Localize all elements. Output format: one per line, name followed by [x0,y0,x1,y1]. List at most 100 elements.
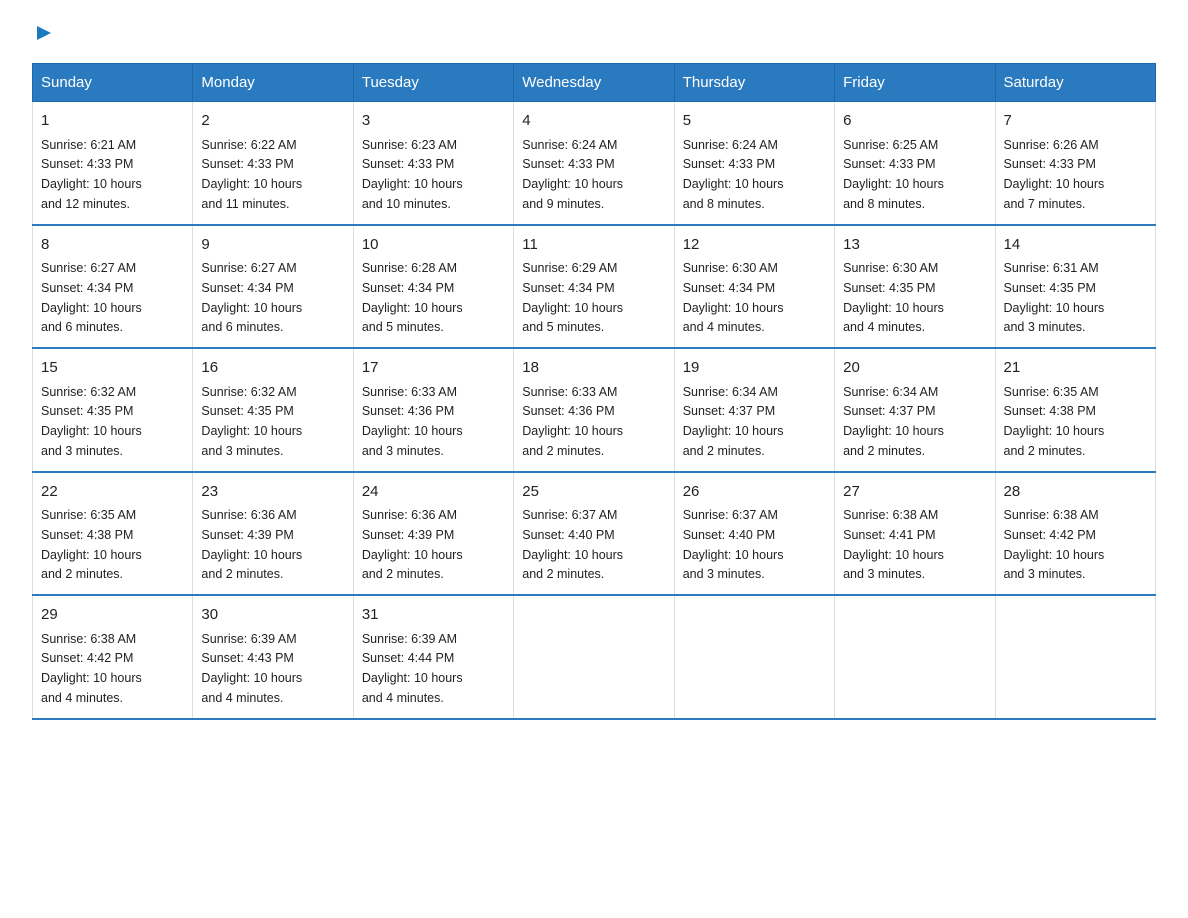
calendar-cell: 7 Sunrise: 6:26 AMSunset: 4:33 PMDayligh… [995,102,1155,225]
calendar-cell: 10 Sunrise: 6:28 AMSunset: 4:34 PMDaylig… [353,225,513,349]
calendar-cell: 29 Sunrise: 6:38 AMSunset: 4:42 PMDaylig… [33,595,193,719]
calendar-cell [995,595,1155,719]
column-header-monday: Monday [193,64,353,102]
day-info: Sunrise: 6:33 AMSunset: 4:36 PMDaylight:… [522,385,623,458]
calendar-cell: 28 Sunrise: 6:38 AMSunset: 4:42 PMDaylig… [995,472,1155,596]
day-info: Sunrise: 6:23 AMSunset: 4:33 PMDaylight:… [362,138,463,211]
day-number: 15 [41,357,184,380]
day-number: 17 [362,357,505,380]
column-header-sunday: Sunday [33,64,193,102]
calendar-cell: 17 Sunrise: 6:33 AMSunset: 4:36 PMDaylig… [353,348,513,472]
calendar-cell: 27 Sunrise: 6:38 AMSunset: 4:41 PMDaylig… [835,472,995,596]
day-info: Sunrise: 6:30 AMSunset: 4:35 PMDaylight:… [843,261,944,334]
day-number: 30 [201,604,344,627]
day-number: 1 [41,110,184,133]
day-number: 20 [843,357,986,380]
calendar-cell: 22 Sunrise: 6:35 AMSunset: 4:38 PMDaylig… [33,472,193,596]
day-info: Sunrise: 6:32 AMSunset: 4:35 PMDaylight:… [41,385,142,458]
day-number: 12 [683,234,826,257]
logo [32,24,53,47]
calendar-cell: 19 Sunrise: 6:34 AMSunset: 4:37 PMDaylig… [674,348,834,472]
day-info: Sunrise: 6:39 AMSunset: 4:43 PMDaylight:… [201,632,302,705]
calendar-week-3: 15 Sunrise: 6:32 AMSunset: 4:35 PMDaylig… [33,348,1156,472]
calendar-week-2: 8 Sunrise: 6:27 AMSunset: 4:34 PMDayligh… [33,225,1156,349]
calendar-cell: 16 Sunrise: 6:32 AMSunset: 4:35 PMDaylig… [193,348,353,472]
day-info: Sunrise: 6:30 AMSunset: 4:34 PMDaylight:… [683,261,784,334]
day-number: 22 [41,481,184,504]
day-info: Sunrise: 6:27 AMSunset: 4:34 PMDaylight:… [41,261,142,334]
day-info: Sunrise: 6:33 AMSunset: 4:36 PMDaylight:… [362,385,463,458]
calendar-cell: 12 Sunrise: 6:30 AMSunset: 4:34 PMDaylig… [674,225,834,349]
day-number: 28 [1004,481,1147,504]
day-info: Sunrise: 6:37 AMSunset: 4:40 PMDaylight:… [683,508,784,581]
day-number: 13 [843,234,986,257]
day-info: Sunrise: 6:28 AMSunset: 4:34 PMDaylight:… [362,261,463,334]
day-number: 7 [1004,110,1147,133]
calendar-cell: 4 Sunrise: 6:24 AMSunset: 4:33 PMDayligh… [514,102,674,225]
day-number: 2 [201,110,344,133]
calendar-cell: 26 Sunrise: 6:37 AMSunset: 4:40 PMDaylig… [674,472,834,596]
day-number: 31 [362,604,505,627]
calendar-cell: 24 Sunrise: 6:36 AMSunset: 4:39 PMDaylig… [353,472,513,596]
day-info: Sunrise: 6:27 AMSunset: 4:34 PMDaylight:… [201,261,302,334]
day-info: Sunrise: 6:31 AMSunset: 4:35 PMDaylight:… [1004,261,1105,334]
day-number: 18 [522,357,665,380]
calendar-week-4: 22 Sunrise: 6:35 AMSunset: 4:38 PMDaylig… [33,472,1156,596]
column-header-saturday: Saturday [995,64,1155,102]
calendar-cell: 30 Sunrise: 6:39 AMSunset: 4:43 PMDaylig… [193,595,353,719]
day-number: 8 [41,234,184,257]
day-number: 24 [362,481,505,504]
calendar-cell: 3 Sunrise: 6:23 AMSunset: 4:33 PMDayligh… [353,102,513,225]
day-info: Sunrise: 6:25 AMSunset: 4:33 PMDaylight:… [843,138,944,211]
day-number: 19 [683,357,826,380]
day-info: Sunrise: 6:34 AMSunset: 4:37 PMDaylight:… [683,385,784,458]
day-number: 21 [1004,357,1147,380]
day-number: 14 [1004,234,1147,257]
calendar-week-1: 1 Sunrise: 6:21 AMSunset: 4:33 PMDayligh… [33,102,1156,225]
day-info: Sunrise: 6:35 AMSunset: 4:38 PMDaylight:… [41,508,142,581]
day-number: 11 [522,234,665,257]
page-header [32,24,1156,47]
day-number: 16 [201,357,344,380]
day-info: Sunrise: 6:24 AMSunset: 4:33 PMDaylight:… [683,138,784,211]
day-info: Sunrise: 6:38 AMSunset: 4:42 PMDaylight:… [1004,508,1105,581]
calendar-cell: 9 Sunrise: 6:27 AMSunset: 4:34 PMDayligh… [193,225,353,349]
calendar-header: SundayMondayTuesdayWednesdayThursdayFrid… [33,64,1156,102]
day-number: 25 [522,481,665,504]
calendar-cell: 2 Sunrise: 6:22 AMSunset: 4:33 PMDayligh… [193,102,353,225]
day-info: Sunrise: 6:24 AMSunset: 4:33 PMDaylight:… [522,138,623,211]
day-number: 29 [41,604,184,627]
calendar-cell: 23 Sunrise: 6:36 AMSunset: 4:39 PMDaylig… [193,472,353,596]
day-number: 3 [362,110,505,133]
day-info: Sunrise: 6:38 AMSunset: 4:41 PMDaylight:… [843,508,944,581]
header-row: SundayMondayTuesdayWednesdayThursdayFrid… [33,64,1156,102]
day-info: Sunrise: 6:35 AMSunset: 4:38 PMDaylight:… [1004,385,1105,458]
day-info: Sunrise: 6:36 AMSunset: 4:39 PMDaylight:… [362,508,463,581]
calendar-week-5: 29 Sunrise: 6:38 AMSunset: 4:42 PMDaylig… [33,595,1156,719]
day-info: Sunrise: 6:38 AMSunset: 4:42 PMDaylight:… [41,632,142,705]
calendar-body: 1 Sunrise: 6:21 AMSunset: 4:33 PMDayligh… [33,102,1156,719]
day-number: 6 [843,110,986,133]
day-info: Sunrise: 6:39 AMSunset: 4:44 PMDaylight:… [362,632,463,705]
day-info: Sunrise: 6:34 AMSunset: 4:37 PMDaylight:… [843,385,944,458]
calendar-table: SundayMondayTuesdayWednesdayThursdayFrid… [32,63,1156,720]
day-number: 27 [843,481,986,504]
day-info: Sunrise: 6:37 AMSunset: 4:40 PMDaylight:… [522,508,623,581]
logo-triangle-icon [35,24,53,47]
calendar-cell: 11 Sunrise: 6:29 AMSunset: 4:34 PMDaylig… [514,225,674,349]
day-info: Sunrise: 6:36 AMSunset: 4:39 PMDaylight:… [201,508,302,581]
calendar-cell [674,595,834,719]
calendar-cell: 20 Sunrise: 6:34 AMSunset: 4:37 PMDaylig… [835,348,995,472]
calendar-cell: 31 Sunrise: 6:39 AMSunset: 4:44 PMDaylig… [353,595,513,719]
calendar-cell: 5 Sunrise: 6:24 AMSunset: 4:33 PMDayligh… [674,102,834,225]
day-number: 10 [362,234,505,257]
calendar-cell [835,595,995,719]
calendar-cell [514,595,674,719]
calendar-cell: 13 Sunrise: 6:30 AMSunset: 4:35 PMDaylig… [835,225,995,349]
day-number: 23 [201,481,344,504]
day-number: 26 [683,481,826,504]
day-info: Sunrise: 6:32 AMSunset: 4:35 PMDaylight:… [201,385,302,458]
day-info: Sunrise: 6:22 AMSunset: 4:33 PMDaylight:… [201,138,302,211]
column-header-wednesday: Wednesday [514,64,674,102]
calendar-cell: 21 Sunrise: 6:35 AMSunset: 4:38 PMDaylig… [995,348,1155,472]
